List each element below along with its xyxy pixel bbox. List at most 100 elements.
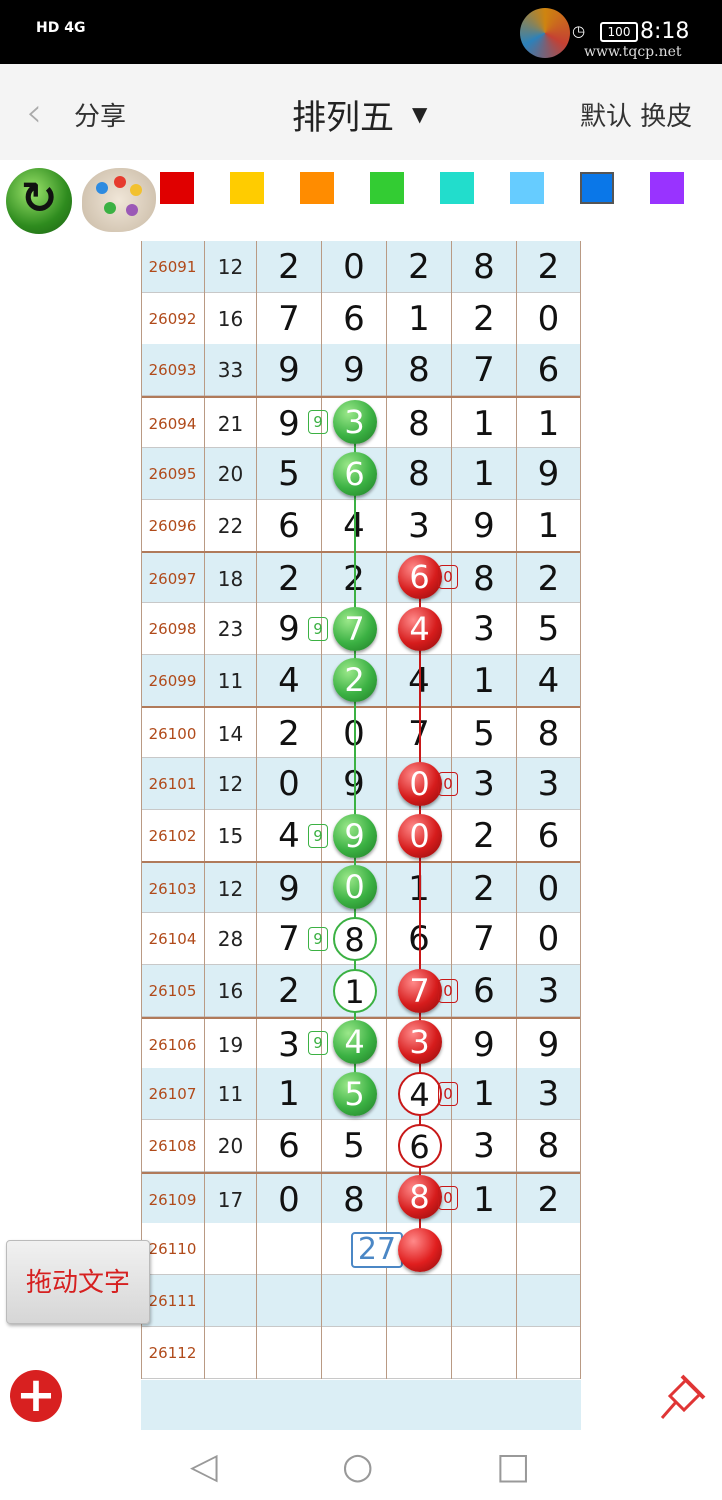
- digit-cell[interactable]: 0: [257, 758, 322, 810]
- digit-cell[interactable]: 2: [517, 241, 581, 293]
- color-swatch[interactable]: [650, 172, 684, 204]
- green-ball-mark[interactable]: 7: [332, 606, 377, 651]
- digit-cell[interactable]: 1: [387, 292, 452, 345]
- digit-cell[interactable]: 6: [452, 964, 517, 1017]
- digit-cell[interactable]: 3: [452, 758, 517, 810]
- digit-cell[interactable]: 8: [452, 553, 517, 606]
- green-ball-mark[interactable]: 4: [332, 1020, 377, 1065]
- digit-cell[interactable]: [452, 1326, 517, 1379]
- red-ball-mark[interactable]: 3: [397, 1020, 442, 1065]
- red-ball-mark[interactable]: 4: [397, 606, 442, 651]
- green-ball-mark[interactable]: 9: [332, 813, 377, 858]
- back-triangle-icon[interactable]: ◁: [190, 1446, 218, 1487]
- share-button[interactable]: 分享: [74, 96, 126, 133]
- digit-cell[interactable]: 8: [452, 241, 517, 293]
- digit-cell[interactable]: 8: [517, 1119, 581, 1172]
- digit-cell[interactable]: 5: [452, 708, 517, 761]
- digit-cell[interactable]: 2: [452, 292, 517, 345]
- digit-cell[interactable]: 2: [257, 241, 322, 293]
- red-ring-mark[interactable]: 6: [397, 1123, 442, 1168]
- digit-cell[interactable]: [517, 1326, 581, 1379]
- digit-cell[interactable]: 6: [322, 292, 387, 345]
- digit-cell[interactable]: [322, 1326, 387, 1379]
- red-ball-mark[interactable]: 0: [397, 761, 442, 806]
- green-ball-mark[interactable]: 2: [332, 658, 377, 703]
- pin-icon[interactable]: [652, 1368, 712, 1424]
- color-swatch[interactable]: [230, 172, 264, 204]
- digit-cell[interactable]: 1: [517, 499, 581, 552]
- red-ring-mark[interactable]: 4: [397, 1072, 442, 1117]
- caret-down-icon[interactable]: ▼: [412, 102, 427, 126]
- digit-cell[interactable]: 9: [257, 344, 322, 397]
- green-ring-mark[interactable]: 8: [332, 916, 377, 961]
- digit-cell[interactable]: 2: [452, 863, 517, 916]
- digit-cell[interactable]: 2: [257, 553, 322, 606]
- digit-cell[interactable]: 2: [257, 964, 322, 1017]
- digit-cell[interactable]: 5: [322, 1119, 387, 1172]
- digit-cell[interactable]: 1: [452, 447, 517, 500]
- digit-cell[interactable]: 2: [452, 809, 517, 862]
- add-icon[interactable]: +: [10, 1370, 62, 1422]
- color-swatch[interactable]: [440, 172, 474, 204]
- digit-cell[interactable]: 3: [517, 758, 581, 810]
- skin-button[interactable]: 换皮: [640, 102, 692, 132]
- digit-cell[interactable]: 0: [322, 241, 387, 293]
- default-button[interactable]: 默认: [580, 102, 632, 132]
- color-swatch[interactable]: [160, 172, 194, 204]
- green-ball-mark[interactable]: 6: [332, 451, 377, 496]
- digit-cell[interactable]: 5: [257, 447, 322, 500]
- digit-cell[interactable]: 3: [517, 1068, 581, 1121]
- digit-cell[interactable]: 1: [452, 1173, 517, 1226]
- red-ball-mark[interactable]: 6: [397, 555, 442, 600]
- digit-cell[interactable]: 7: [452, 344, 517, 397]
- red-ball-mark[interactable]: 7: [397, 968, 442, 1013]
- digit-cell[interactable]: [322, 1275, 387, 1327]
- digit-cell[interactable]: 5: [517, 602, 581, 655]
- digit-cell[interactable]: [452, 1275, 517, 1327]
- digit-cell[interactable]: 9: [517, 447, 581, 500]
- chevron-left-icon[interactable]: ‹: [26, 90, 42, 136]
- digit-cell[interactable]: 1: [517, 398, 581, 451]
- green-ball-mark[interactable]: 5: [332, 1072, 377, 1117]
- palette-icon[interactable]: [82, 168, 156, 232]
- digit-cell[interactable]: 0: [517, 292, 581, 345]
- digit-cell[interactable]: [257, 1275, 322, 1327]
- digit-cell[interactable]: 1: [452, 654, 517, 707]
- page-title[interactable]: 排列五: [292, 90, 394, 139]
- digit-cell[interactable]: 3: [452, 602, 517, 655]
- digit-cell[interactable]: 2: [517, 553, 581, 606]
- digit-cell[interactable]: [387, 1275, 452, 1327]
- digit-cell[interactable]: 4: [257, 654, 322, 707]
- digit-cell[interactable]: 2: [387, 241, 452, 293]
- digit-cell[interactable]: 9: [452, 1018, 517, 1071]
- digit-cell[interactable]: 1: [452, 398, 517, 451]
- digit-cell[interactable]: 6: [517, 809, 581, 862]
- digit-cell[interactable]: 8: [387, 398, 452, 451]
- digit-cell[interactable]: 8: [322, 1173, 387, 1226]
- refresh-icon[interactable]: ↻: [6, 168, 72, 234]
- green-ball-mark[interactable]: 0: [332, 865, 377, 910]
- digit-cell[interactable]: 2: [257, 708, 322, 761]
- digit-cell[interactable]: 8: [517, 708, 581, 761]
- drag-text-button[interactable]: 拖动文字: [6, 1240, 150, 1324]
- green-ball-mark[interactable]: 3: [332, 399, 377, 444]
- digit-cell[interactable]: 7: [452, 913, 517, 966]
- color-swatch[interactable]: [510, 172, 544, 204]
- digit-cell[interactable]: [517, 1275, 581, 1327]
- digit-cell[interactable]: 7: [257, 292, 322, 345]
- digit-cell[interactable]: 6: [257, 499, 322, 552]
- home-circle-icon[interactable]: ○: [342, 1446, 373, 1487]
- digit-cell[interactable]: 0: [257, 1173, 322, 1226]
- digit-cell[interactable]: [257, 1223, 322, 1276]
- digit-cell[interactable]: 3: [452, 1119, 517, 1172]
- digit-cell[interactable]: 8: [387, 447, 452, 500]
- digit-cell[interactable]: 2: [517, 1173, 581, 1226]
- digit-cell[interactable]: 9: [257, 863, 322, 916]
- color-swatch[interactable]: [580, 172, 614, 204]
- red-ball-mark[interactable]: 8: [397, 1175, 442, 1220]
- digit-cell[interactable]: 8: [387, 344, 452, 397]
- digit-cell[interactable]: 0: [517, 913, 581, 966]
- recent-square-icon[interactable]: □: [496, 1446, 530, 1487]
- digit-cell[interactable]: 9: [322, 344, 387, 397]
- red-ball-mark[interactable]: 0: [397, 813, 442, 858]
